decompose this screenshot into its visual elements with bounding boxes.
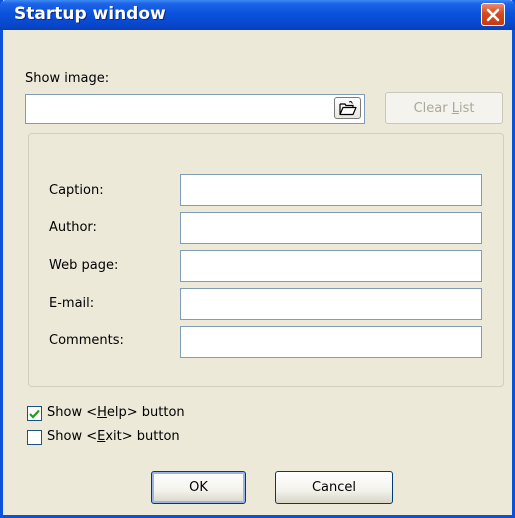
startup-dialog: Startup window Show image: Clear List Ca… bbox=[0, 0, 515, 518]
show-image-combobox[interactable] bbox=[25, 94, 365, 124]
comments-label: Comments: bbox=[49, 333, 124, 348]
email-label: E-mail: bbox=[49, 296, 95, 311]
clear-list-label-post: ist bbox=[458, 100, 475, 116]
show-help-checkbox[interactable] bbox=[27, 406, 42, 421]
clear-list-label-accel: L bbox=[451, 100, 459, 116]
window-title: Startup window bbox=[14, 4, 166, 24]
show-exit-label[interactable]: Show <Exit> button bbox=[47, 429, 180, 444]
close-icon bbox=[486, 8, 500, 21]
caption-input[interactable] bbox=[180, 174, 482, 206]
ok-button[interactable]: OK bbox=[151, 471, 246, 504]
checkmark-icon bbox=[29, 409, 40, 419]
show-help-label-accel: H bbox=[97, 405, 107, 420]
cancel-button[interactable]: Cancel bbox=[275, 471, 393, 504]
close-button[interactable] bbox=[481, 3, 505, 26]
title-bar[interactable]: Startup window bbox=[0, 0, 515, 30]
author-input[interactable] bbox=[180, 212, 482, 244]
email-input[interactable] bbox=[180, 288, 482, 320]
show-exit-label-post: xit> button bbox=[105, 429, 180, 444]
show-help-label-post: elp> button bbox=[106, 405, 185, 420]
show-help-label-pre: Show < bbox=[47, 405, 98, 420]
show-help-label[interactable]: Show <Help> button bbox=[47, 405, 185, 420]
caption-label: Caption: bbox=[49, 183, 104, 198]
webpage-input[interactable] bbox=[180, 250, 482, 282]
clear-list-label-pre: Clear bbox=[413, 100, 452, 116]
comments-input[interactable] bbox=[180, 326, 482, 358]
folder-open-icon bbox=[338, 100, 357, 115]
show-exit-label-pre: Show < bbox=[47, 429, 98, 444]
show-image-label: Show image: bbox=[25, 71, 110, 86]
webpage-label: Web page: bbox=[49, 258, 119, 273]
browse-button[interactable] bbox=[334, 97, 361, 119]
author-label: Author: bbox=[49, 220, 97, 235]
clear-list-button[interactable]: Clear List bbox=[385, 92, 503, 124]
show-exit-checkbox[interactable] bbox=[27, 430, 42, 445]
